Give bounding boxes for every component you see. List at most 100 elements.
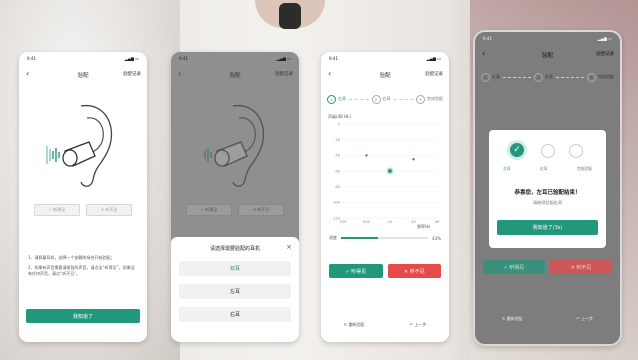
status-time: 9:41: [179, 56, 188, 61]
got-it-button[interactable]: 我知道了: [26, 309, 140, 323]
dialog-steps: 左耳 右耳 完成验配: [503, 166, 592, 172]
got-it-countdown-button[interactable]: 我知道了(3s): [497, 220, 598, 235]
signal-icon: ▂▄▆ ▭: [124, 56, 139, 61]
response-buttons: ✓ 听得见 ✕ 听不见: [171, 204, 299, 216]
phone-screen-instructions: 9:41 ▂▄▆ ▭ ‹ 验配 验配记录 ✓ 听得见 ✕ 听不见 1、请佩戴耳机，…: [19, 52, 147, 342]
instruction-line: 1、请佩戴耳机，选择一个安静的场合开始验配；: [28, 255, 115, 260]
status-bar: 9:41 ▂▄▆ ▭: [27, 56, 139, 62]
not-hear-button[interactable]: ✕ 听不见: [550, 260, 612, 274]
y-tick-label: 100: [333, 201, 341, 205]
chart-xlabel: 频率Hz: [417, 223, 430, 229]
option-both-ears[interactable]: 双耳: [179, 261, 291, 276]
instruction-text: 1、请佩戴耳机，选择一个安静的场合开始验配； 2、如果有声音需要请按钮的声音，请…: [28, 255, 138, 277]
hear-button[interactable]: ✓ 听得见: [34, 204, 80, 216]
step-number: 1: [327, 94, 336, 104]
status-time: 9:41: [27, 56, 36, 61]
fitting-record-link[interactable]: 验配记录: [275, 71, 293, 77]
not-hear-button[interactable]: ✕ 听不见: [387, 264, 441, 278]
fitting-record-link[interactable]: 验配记录: [596, 51, 614, 57]
step-divider: [349, 98, 369, 100]
hear-button[interactable]: ✓ 听得见: [483, 260, 545, 274]
step-number: 3: [587, 72, 596, 82]
progress-label: 进度: [329, 235, 337, 240]
step-divider: [393, 98, 413, 100]
audiogram-chart: 声级(dB HL) 频率Hz 020406080100120250 500 1K 2K…: [328, 113, 440, 229]
data-point: [412, 158, 415, 161]
option-left-ear[interactable]: 左耳: [179, 284, 291, 299]
progress-fill: [341, 237, 379, 239]
x-tick-label: 2K: [411, 220, 416, 224]
dialog-step-label: 左耳: [503, 166, 511, 171]
previous-step-link[interactable]: ↶ 上一步: [410, 322, 427, 328]
step-number: 3: [416, 94, 425, 104]
status-time: 9:41: [329, 56, 338, 61]
close-icon[interactable]: ×: [286, 243, 292, 251]
sheet-title: 请选择需要验配的耳机: [209, 246, 260, 252]
hear-button[interactable]: ✓ 听得见: [329, 264, 383, 278]
status-bar: 9:41 ▂▄▆ ▭: [179, 56, 291, 62]
phone-screen-select-ear: 9:41 ▂▄▆ ▭ ‹ 验配 验配记录 ✓ 听得见 ✕ 听不见 请选择需要验配的…: [171, 52, 299, 342]
refit-link[interactable]: ↻ 重新验配: [344, 322, 365, 328]
signal-icon: ▂▄▆ ▭: [426, 56, 441, 61]
footer-actions: ↻ 重新验配 ↶ 上一步: [475, 316, 620, 322]
nav-bar: ‹ 验配 验配记录: [321, 68, 449, 82]
background-earbud-case: [279, 3, 301, 29]
ear-earbud-illustration: [204, 105, 265, 187]
x-tick-label: 500: [363, 220, 371, 224]
progress-track: [341, 237, 429, 239]
phone-screen-audiogram: 9:41 ▂▄▆ ▭ ‹ 验配 验配记录 1 左耳 2 右耳 3 完成验配 声级(dB …: [321, 52, 449, 342]
step-indicator: 1 左耳 2 右耳 3 完成验配: [481, 72, 614, 82]
step-label: 右耳: [382, 96, 391, 101]
y-tick-label: 60: [335, 169, 340, 173]
footer-actions: ↻ 重新验配 ↶ 上一步: [321, 322, 449, 328]
completion-dialog: ✓ 左耳 右耳 完成验配 恭喜您，左耳已验配结束！ 请继续验配右耳 我知道了(3…: [489, 130, 606, 248]
refit-label: 重新验配: [348, 322, 365, 327]
option-right-ear[interactable]: 右耳: [179, 307, 291, 322]
previous-label: 上一步: [581, 316, 594, 321]
not-hear-button[interactable]: ✕ 听不见: [86, 204, 132, 216]
step-label: 右耳: [545, 74, 553, 79]
status-bar: 9:41 ▂▄▆ ▭: [483, 36, 612, 42]
y-tick-label: 80: [335, 185, 340, 189]
step-number: 2: [534, 72, 543, 82]
y-tick-label: 0: [338, 122, 341, 126]
ear-select-sheet: 请选择需要验配的耳机 × 双耳 左耳 右耳: [171, 237, 299, 342]
refit-link[interactable]: ↻ 重新验配: [502, 316, 523, 322]
dialog-title: 恭喜您，左耳已验配结束！: [514, 190, 581, 196]
progress-row: 进度 43%: [329, 234, 441, 242]
fitting-record-link[interactable]: 验配记录: [425, 71, 443, 77]
nav-bar: ‹ 验配 验配记录: [171, 68, 299, 82]
instruction-line: 2、如果有声音需要请按钮的声音，请点击“听得见”，如果没有任何声音，请点“听不见…: [28, 265, 135, 276]
response-buttons: ✓ 听得见 ✕ 听不见: [483, 260, 612, 274]
status-bar: 9:41 ▂▄▆ ▭: [329, 56, 441, 62]
step-number: 2: [371, 94, 381, 104]
step-label: 左耳: [338, 96, 346, 101]
x-tick-label: 250: [340, 220, 348, 224]
refit-label: 重新验配: [506, 316, 523, 321]
previous-step-link[interactable]: ↶ 上一步: [576, 316, 593, 322]
nav-bar: ‹ 验配 验配记录: [19, 68, 147, 82]
status-time: 9:41: [483, 36, 492, 41]
y-tick-label: 40: [335, 154, 340, 158]
x-tick-label: 4K: [435, 220, 440, 224]
step-label: 完成验配: [427, 96, 443, 101]
not-hear-button: ✕ 听不见: [238, 204, 284, 216]
step-label: 左耳: [492, 74, 500, 79]
step-number: 1: [481, 72, 490, 82]
response-buttons: ✓ 听得见 ✕ 听不见: [329, 264, 441, 278]
chart-ylabel: 声级(dB HL): [328, 113, 351, 119]
step-divider: [503, 76, 531, 78]
ear-earbud-illustration: [46, 105, 113, 187]
dialog-subtitle: 请继续验配右耳: [532, 200, 563, 205]
response-buttons: ✓ 听得见 ✕ 听不见: [19, 204, 147, 216]
dialog-step-label: 右耳: [539, 166, 548, 171]
step-label: 完成验配: [598, 74, 614, 79]
nav-bar: ‹ 验配 验配记录: [475, 48, 620, 62]
progress-value: 43%: [432, 235, 441, 241]
step-divider: [556, 76, 584, 78]
fitting-record-link[interactable]: 验配记录: [123, 71, 141, 77]
step-indicator: 1 左耳 2 右耳 3 完成验配: [327, 94, 443, 104]
signal-icon: ▂▄▆ ▭: [597, 36, 612, 41]
signal-icon: ▂▄▆ ▭: [276, 56, 291, 61]
y-tick-label: 20: [335, 138, 340, 142]
